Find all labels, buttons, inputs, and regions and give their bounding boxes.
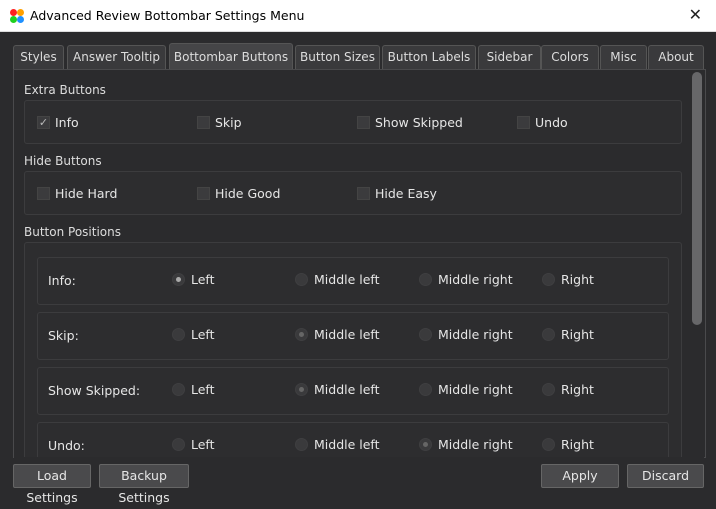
checkbox-label[interactable]: Hide Good [215,186,280,201]
radio-label[interactable]: Middle right [438,327,513,342]
checkbox-hide-hard[interactable] [37,187,50,200]
checkbox-info[interactable]: ✓ [37,116,50,129]
checkbox-label[interactable]: Show Skipped [375,115,463,130]
checkbox-show-skipped[interactable] [357,116,370,129]
radio-label[interactable]: Left [191,327,215,342]
radio-middle-left[interactable] [295,273,308,286]
checkbox-label[interactable]: Hide Easy [375,186,437,201]
tab-sidebar[interactable]: Sidebar [478,45,541,70]
checkbox-label[interactable]: Info [55,115,79,130]
tab-colors[interactable]: Colors [541,45,599,70]
pane-bottom-edge [14,457,704,463]
radio-label[interactable]: Middle left [314,382,380,397]
radio-label[interactable]: Left [191,382,215,397]
radio-middle-left[interactable] [295,328,308,341]
close-icon[interactable]: ✕ [689,5,702,24]
backup-settings-button[interactable]: Backup Settings [99,464,189,505]
position-row-label: Info: [48,273,76,288]
radio-right[interactable] [542,438,555,451]
hide-buttons-group [24,171,682,215]
radio-label[interactable]: Left [191,272,215,287]
tab-answer-tooltip[interactable]: Answer Tooltip [67,45,166,70]
radio-label[interactable]: Left [191,437,215,452]
radio-label[interactable]: Right [561,272,594,287]
checkbox-label[interactable]: Skip [215,115,242,130]
radio-label[interactable]: Right [561,382,594,397]
radio-left[interactable] [172,438,185,451]
section-title-hide-buttons: Hide Buttons [24,154,102,168]
radio-label[interactable]: Middle left [314,437,380,452]
checkbox-skip[interactable] [197,116,210,129]
tab-styles[interactable]: Styles [13,45,64,70]
checkbox-undo[interactable] [517,116,530,129]
tab-misc[interactable]: Misc [600,45,647,70]
radio-label[interactable]: Middle right [438,272,513,287]
radio-middle-right[interactable] [419,328,432,341]
position-row-label: Show Skipped: [48,383,141,398]
radio-right[interactable] [542,383,555,396]
radio-left[interactable] [172,328,185,341]
checkbox-hide-good[interactable] [197,187,210,200]
extra-buttons-group [24,100,682,144]
radio-middle-right[interactable] [419,438,432,451]
radio-label[interactable]: Middle left [314,272,380,287]
radio-label[interactable]: Middle left [314,327,380,342]
section-title-button-positions: Button Positions [24,225,121,239]
title-bar: Advanced Review Bottombar Settings Menu … [0,0,716,32]
tab-about[interactable]: About [648,45,704,70]
radio-middle-right[interactable] [419,383,432,396]
checkbox-label[interactable]: Hide Hard [55,186,117,201]
radio-middle-right[interactable] [419,273,432,286]
radio-label[interactable]: Middle right [438,382,513,397]
apply-button[interactable]: Apply [541,464,619,488]
radio-right[interactable] [542,328,555,341]
radio-middle-left[interactable] [295,438,308,451]
tab-bottombar-buttons[interactable]: Bottombar Buttons [169,43,293,70]
tab-button-sizes[interactable]: Button Sizes [295,45,380,70]
position-row-label: Skip: [48,328,79,343]
app-logo-icon [10,9,24,23]
radio-label[interactable]: Middle right [438,437,513,452]
radio-label[interactable]: Right [561,327,594,342]
section-title-extra-buttons: Extra Buttons [24,83,106,97]
load-settings-button[interactable]: Load Settings [13,464,91,505]
tab-button-labels[interactable]: Button Labels [382,45,476,70]
radio-left[interactable] [172,383,185,396]
discard-button[interactable]: Discard [627,464,704,488]
radio-label[interactable]: Right [561,437,594,452]
radio-right[interactable] [542,273,555,286]
scrollbar-thumb[interactable] [692,72,702,325]
radio-middle-left[interactable] [295,383,308,396]
window-title: Advanced Review Bottombar Settings Menu [30,8,305,23]
radio-left[interactable] [172,273,185,286]
position-row-label: Undo: [48,438,85,453]
checkbox-hide-easy[interactable] [357,187,370,200]
checkbox-label[interactable]: Undo [535,115,568,130]
